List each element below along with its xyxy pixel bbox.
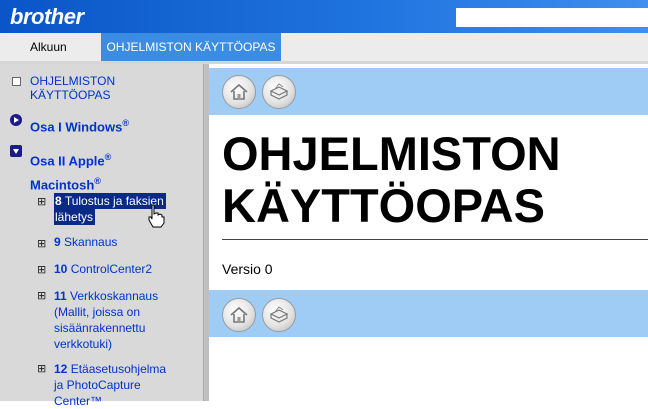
item-label: Etäasetusohjelma [70,362,167,376]
page-title-line1: OHJELMISTON [222,127,561,180]
page-title: OHJELMISTON KÄYTTÖOPAS [222,128,561,232]
item-label: ControlCenter2 [70,262,153,276]
sidebar-item-controlcenter[interactable]: 10 ControlCenter2 [54,262,152,276]
expand-plus-icon[interactable]: ⊞ [37,290,46,301]
mac-label-2: Macintosh [30,177,95,193]
expand-arrow-icon[interactable] [10,114,22,126]
item-label: Skannaus [64,235,118,249]
mac-label-1: Osa II Apple [30,153,105,169]
home-button[interactable] [222,75,256,109]
windows-label: Osa I Windows [30,119,123,135]
registered-mark: ® [94,176,101,187]
tab-home[interactable]: Alkuun [30,33,67,61]
printer-icon [269,306,289,323]
item-label: Verkkoskannaus [70,289,159,303]
home-icon [230,306,248,323]
printer-icon [269,83,289,100]
print-button-bottom[interactable] [262,298,296,332]
sidebar-item-root[interactable]: OHJELMISTON KÄYTTÖOPAS [30,74,115,102]
brother-logo: brother [10,4,84,29]
expand-plus-icon[interactable]: ⊞ [37,363,46,374]
sidebar-item-remote-setup[interactable]: 12 Etäasetusohjelma ja PhotoCapture Cent… [54,361,166,409]
home-icon [230,83,248,100]
item-label-3: sisäänrakennettu [54,321,146,335]
item-label-2: ja PhotoCapture [54,378,141,392]
item-label-2: lähetys [54,209,96,225]
item-label-2: (Mallit, joissa on [54,305,141,319]
expand-plus-icon[interactable]: ⊞ [37,196,46,207]
sidebar-item-macintosh[interactable]: Osa II Apple® Macintosh® [30,147,111,196]
title-divider [222,239,648,240]
registered-mark: ® [104,152,112,162]
item-number: 9 [54,235,61,249]
item-number: 8 [55,194,62,208]
tab-software-guide[interactable]: OHJELMISTON KÄYTTÖOPAS [101,33,281,61]
sidebar-item-root-line2: KÄYTTÖOPAS [30,88,111,102]
print-button[interactable] [262,75,296,109]
hand-cursor-icon [148,204,165,228]
header-field [456,8,648,27]
item-number: 10 [54,262,68,276]
tab-bar: Alkuun OHJELMISTON KÄYTTÖOPAS [0,33,648,62]
item-number: 11 [54,289,67,303]
sidebar-item-network-scanning[interactable]: 11 Verkkoskannaus (Mallit, joissa on sis… [54,288,158,352]
item-number: 12 [54,362,68,376]
brand-header: brother [0,0,648,33]
expand-plus-icon[interactable]: ⊞ [37,238,46,249]
collapse-arrow-icon[interactable] [10,145,22,157]
version-text: Versio 0 [222,261,273,277]
item-label-3: Center™ [54,394,103,408]
sidebar-item-root-line1: OHJELMISTON [30,74,116,88]
registered-mark: ® [122,118,129,128]
sidebar-item-scanning[interactable]: 9 Skannaus [54,235,117,249]
page-title-line2: KÄYTTÖOPAS [222,179,545,232]
page-icon [12,77,21,86]
expand-plus-icon[interactable]: ⊞ [37,264,46,275]
sidebar-item-windows[interactable]: Osa I Windows® [30,118,129,134]
item-label-4: verkkotuki) [54,337,113,351]
home-button-bottom[interactable] [222,298,256,332]
